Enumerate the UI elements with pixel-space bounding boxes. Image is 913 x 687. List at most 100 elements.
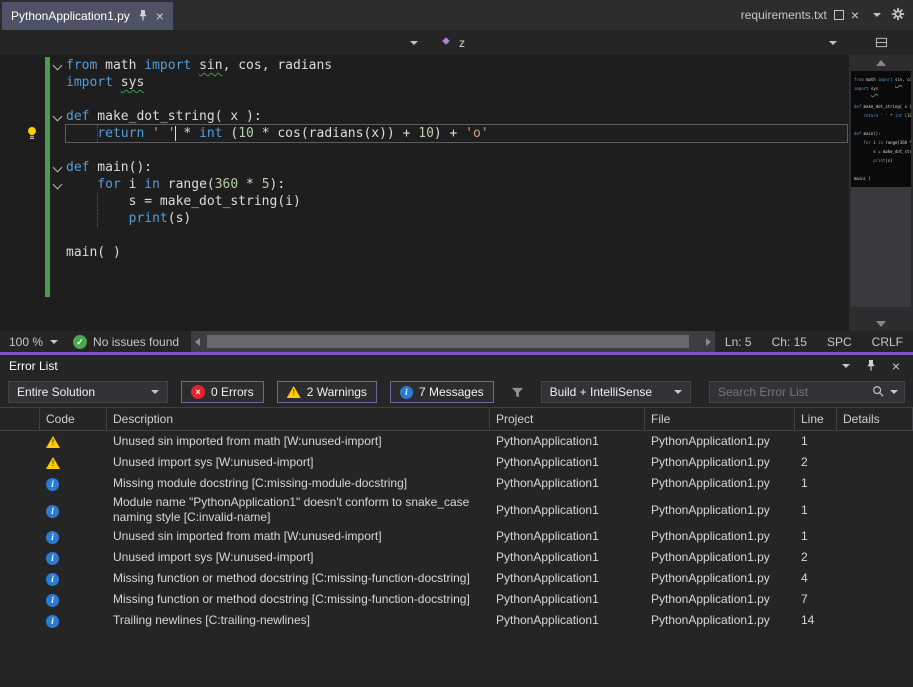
code-line[interactable] [854, 120, 908, 129]
code-lines[interactable]: from math import sin, cos, radiansimport… [66, 57, 847, 261]
file-cell: PythonApplication1.py [645, 570, 795, 587]
code-line[interactable]: from math import sin, cos, radians [66, 57, 847, 74]
minimap-token [854, 113, 864, 118]
code-line[interactable] [66, 227, 847, 244]
horizontal-scrollbar[interactable] [191, 331, 715, 352]
scroll-down-icon[interactable] [876, 321, 886, 327]
search-input[interactable] [716, 384, 866, 400]
scrollbar-thumb[interactable] [207, 335, 689, 348]
column-header-description[interactable]: Description [107, 408, 490, 430]
scope-dropdown[interactable]: Entire Solution [8, 381, 168, 403]
error-rows: !Unused sin imported from math [W:unused… [0, 431, 913, 631]
pin-icon[interactable] [866, 359, 876, 374]
scroll-right-icon[interactable] [706, 338, 711, 346]
type-dropdown[interactable] [0, 30, 428, 55]
code-line[interactable]: print(s) [66, 210, 847, 227]
error-list-title-bar[interactable]: Error List × [0, 355, 913, 377]
details-cell [837, 441, 913, 443]
file-cell: PythonApplication1.py [645, 502, 795, 519]
scroll-up-icon[interactable] [876, 60, 886, 66]
details-cell [837, 483, 913, 485]
error-list-row[interactable]: iMissing function or method docstring [C… [0, 568, 913, 589]
code-token: 'o' [465, 126, 488, 141]
error-list-row[interactable]: iUnused sin imported from math [W:unused… [0, 526, 913, 547]
error-list-row[interactable]: !Unused import sys [W:unused-import]Pyth… [0, 452, 913, 473]
keep-open-icon[interactable] [834, 10, 844, 20]
code-editor[interactable]: from math import sin, cos, radiansimport… [0, 55, 913, 331]
settings-gear-icon[interactable] [891, 7, 905, 24]
close-icon[interactable]: × [892, 359, 900, 373]
column-header-file[interactable]: File [645, 408, 795, 430]
split-window-button[interactable] [849, 30, 913, 55]
code-line[interactable]: return ' ' * int (10 * cos(radians(x)) +… [854, 111, 908, 120]
close-icon[interactable]: × [851, 8, 859, 22]
pin-icon[interactable] [138, 9, 148, 24]
code-line[interactable]: for i in range(360 * 5): [854, 138, 908, 147]
code-line[interactable]: print(s) [854, 156, 908, 165]
column-header-details[interactable]: Details [837, 408, 913, 430]
chevron-down-icon [151, 390, 159, 394]
tab-list-dropdown-icon[interactable] [873, 13, 881, 17]
column-header-project[interactable]: Project [490, 408, 645, 430]
error-list-row[interactable]: iTrailing newlines [C:trailing-newlines]… [0, 610, 913, 631]
code-line[interactable]: main( ) [854, 174, 908, 183]
fold-collapse-icon[interactable] [53, 180, 63, 190]
error-list-row[interactable]: iUnused import sys [W:unused-import]Pyth… [0, 547, 913, 568]
code-line[interactable]: s = make_dot_string(i) [66, 193, 847, 210]
code-line[interactable]: import sys [854, 84, 908, 93]
scroll-left-icon[interactable] [195, 338, 200, 346]
minimap-token [854, 158, 873, 163]
line-cell: 1 [795, 528, 837, 545]
chevron-down-icon [674, 390, 682, 394]
code-line[interactable]: def main(): [66, 159, 847, 176]
column-header-line[interactable]: Line [795, 408, 837, 430]
code-line[interactable]: from math import sin, cos, radians [854, 75, 908, 84]
search-error-list-box[interactable] [709, 381, 905, 403]
error-list-row[interactable]: iMissing module docstring [C:missing-mod… [0, 473, 913, 494]
error-list-row[interactable]: iModule name "PythonApplication1" doesn'… [0, 494, 913, 526]
project-cell: PythonApplication1 [490, 570, 645, 587]
code-line[interactable]: import sys [66, 74, 847, 91]
filter-button[interactable] [507, 386, 528, 399]
vertical-scrollbar-map[interactable]: from math import sin, cos, radiansimport… [849, 55, 913, 331]
code-line[interactable]: return ' ' * int (10 * cos(radians(x)) +… [66, 125, 847, 142]
error-list-row[interactable]: !Unused sin imported from math [W:unused… [0, 431, 913, 452]
code-line[interactable]: for i in range(360 * 5): [66, 176, 847, 193]
code-line[interactable]: main( ) [66, 244, 847, 261]
code-line[interactable] [854, 165, 908, 174]
warnings-filter-button[interactable]: ! 2 Warnings [277, 381, 377, 403]
eol-indicator[interactable]: CRLF [862, 335, 913, 349]
error-list-row[interactable]: iMissing function or method docstring [C… [0, 589, 913, 610]
description-cell: Missing module docstring [C:missing-modu… [107, 475, 490, 492]
errors-filter-button[interactable]: × 0 Errors [181, 381, 264, 403]
document-health-indicator[interactable]: ✓ No issues found [69, 335, 191, 349]
code-line[interactable] [66, 142, 847, 159]
code-line[interactable]: def make_dot_string( x ): [854, 102, 908, 111]
zoom-control[interactable]: 100 % [0, 335, 69, 349]
close-icon[interactable]: × [156, 9, 164, 23]
code-line[interactable]: def make_dot_string( x ): [66, 108, 847, 125]
tab-requirements[interactable]: requirements.txt × [737, 8, 863, 22]
chevron-down-icon[interactable] [890, 390, 898, 394]
code-token: sys [121, 75, 144, 90]
details-cell [837, 578, 913, 580]
window-menu-icon[interactable] [842, 364, 850, 368]
space-indicator[interactable]: SPC [817, 335, 862, 349]
code-line[interactable] [854, 93, 908, 102]
messages-filter-button[interactable]: i 7 Messages [390, 381, 494, 403]
code-line[interactable] [66, 91, 847, 108]
row-selection-cell [0, 536, 40, 538]
fold-collapse-icon[interactable] [53, 163, 63, 173]
fold-collapse-icon[interactable] [53, 61, 63, 71]
member-dropdown[interactable]: z [428, 30, 849, 55]
source-dropdown[interactable]: Build + IntelliSense [541, 381, 691, 403]
quick-actions-lightbulb-icon[interactable] [25, 126, 39, 141]
tab-pythonapplication1[interactable]: PythonApplication1.py × [2, 2, 173, 30]
column-header-code[interactable]: Code [40, 408, 107, 430]
code-line[interactable]: def main(): [854, 129, 908, 138]
fold-collapse-icon[interactable] [53, 112, 63, 122]
code-line[interactable]: s = make_dot_string(i) [854, 147, 908, 156]
scrollbar-thumb[interactable] [851, 187, 911, 307]
column-header-selection[interactable] [0, 408, 40, 430]
search-icon[interactable] [872, 385, 884, 400]
